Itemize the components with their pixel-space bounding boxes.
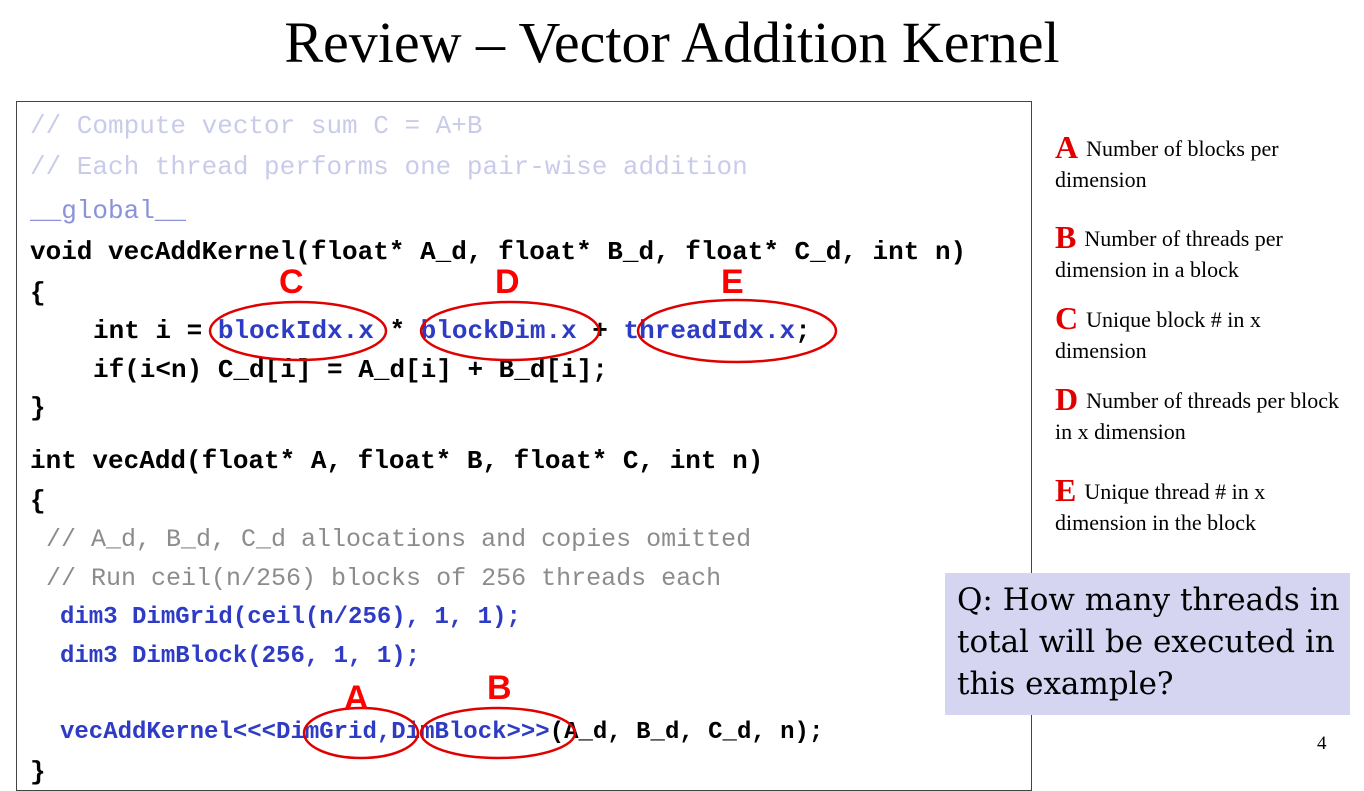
ellipse-b [419,706,577,760]
legend-item-c: C Unique block # in x dimension [1055,300,1261,363]
label-a: A [344,679,369,717]
question-box: Q: How many threads in total will be exe… [945,573,1350,715]
ellipse-e [636,298,838,364]
label-e: E [721,263,744,301]
label-b: B [487,669,512,707]
label-c: C [279,263,304,301]
legend-item-a: A Number of blocks per dimension [1055,129,1279,192]
legend-item-b: B Number of threads per dimension in a bl… [1055,219,1283,282]
legend-item-e: E Unique thread # in x dimension in the b… [1055,472,1266,535]
page-number: 4 [1317,733,1327,754]
legend-item-d: D Number of threads per block in x dimens… [1055,381,1340,444]
ellipse-c [208,300,388,362]
ellipse-d [419,300,601,362]
label-d: D [495,263,520,301]
